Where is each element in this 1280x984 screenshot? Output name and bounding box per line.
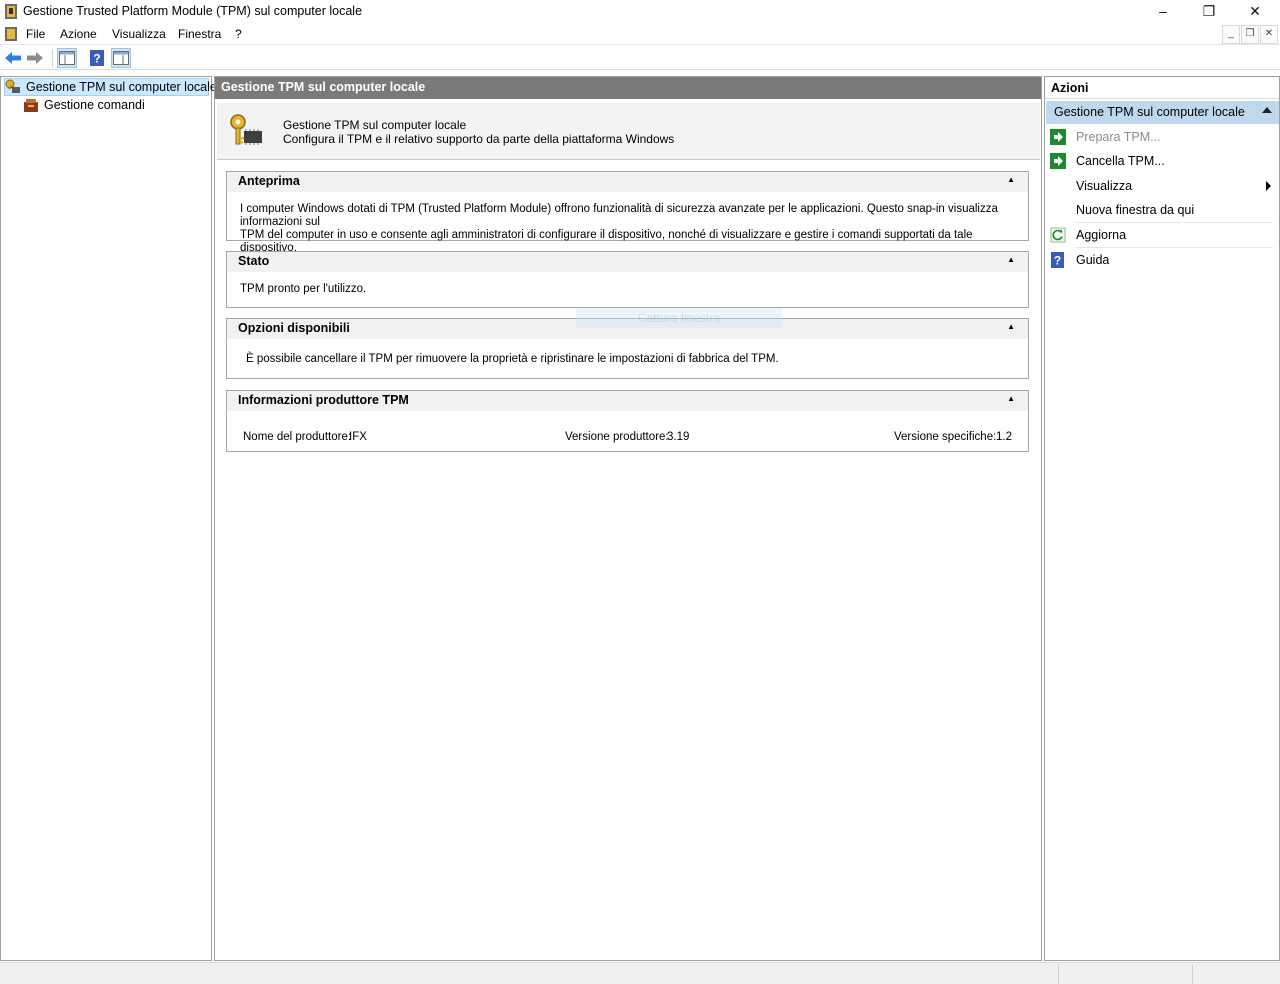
status-bar-divider [1192,965,1193,984]
tpm-menu-icon[interactable] [4,26,18,42]
show-hide-console-tree-button[interactable] [57,48,77,68]
tpm-app-icon [5,4,17,19]
manufacturer-version-label: Versione produttore: [565,431,669,443]
refresh-icon [1050,227,1066,242]
action-refresh[interactable]: Aggiorna [1050,223,1275,246]
forward-arrow-icon [27,52,43,64]
console-tree: Gestione TPM sul computer locale Gestion… [0,76,217,961]
section-options-body: È possibile cancellare il TPM per rimuov… [227,339,1028,365]
action-label: Nuova finestra da qui [1076,202,1195,217]
close-button[interactable]: ✕ [1232,0,1278,24]
mdi-restore-button[interactable]: ❐ [1241,25,1259,44]
collapse-icon[interactable]: ▲ [1007,175,1015,184]
run-action-icon [1050,152,1066,169]
submenu-arrow-icon [1266,181,1271,191]
results-pane-header: Gestione TPM sul computer locale [215,77,1041,99]
status-bar [0,962,1280,984]
actions-pane: Azioni Gestione TPM sul computer locale … [1044,76,1280,961]
manufacturer-version-value: 3.19 [667,431,690,443]
banner-title: Gestione TPM sul computer locale [283,118,467,132]
toolbar: ? [0,46,1280,70]
collapse-up-icon[interactable] [1262,107,1272,113]
menu-help[interactable]: ? [235,27,242,41]
action-prepare-tpm[interactable]: Prepara TPM... [1050,125,1275,148]
menu-view[interactable]: Visualizza [112,27,166,41]
section-title: Informazioni produttore TPM [238,393,409,407]
action-label: Aggiorna [1076,227,1127,242]
svg-text:?: ? [93,52,100,66]
section-manufacturer-header[interactable]: Informazioni produttore TPM ▲ [227,391,1028,411]
section-overview-body: I computer Windows dotati di TPM (Truste… [227,192,1028,255]
mdi-minimize-button[interactable]: _ [1222,25,1240,44]
show-hide-action-pane-button[interactable] [111,48,131,68]
section-title: Stato [238,254,270,268]
tree-item-command-management[interactable]: Gestione comandi [23,96,145,114]
action-label: Cancella TPM... [1076,153,1165,168]
title-bar: Gestione Trusted Platform Module (TPM) s… [0,0,1280,24]
collapse-icon[interactable]: ▲ [1007,255,1015,264]
action-new-window[interactable]: Nuova finestra da qui [1050,198,1275,221]
section-status-header[interactable]: Stato ▲ [227,252,1028,272]
actions-group-header[interactable]: Gestione TPM sul computer locale [1046,101,1279,124]
status-text: TPM pronto per l'utilizzo. [240,283,367,295]
section-status-body: TPM pronto per l'utilizzo. [227,272,1028,295]
actions-group-label: Gestione TPM sul computer locale [1054,105,1245,119]
section-title: Anteprima [238,174,300,188]
collapse-icon[interactable]: ▲ [1007,322,1015,331]
section-manufacturer-info: Informazioni produttore TPM ▲ Nome del p… [226,390,1029,452]
svg-text:?: ? [1054,253,1061,267]
tpm-key-chip-icon [230,114,262,145]
manufacturer-name-value: IFX [349,431,367,443]
toolbar-separator [52,49,53,67]
tpm-node-icon [5,79,20,93]
menu-file[interactable]: File [26,27,45,41]
help-icon: ? [1051,251,1064,268]
section-overview-header[interactable]: Anteprima ▲ [227,172,1028,192]
action-view[interactable]: Visualizza [1050,174,1275,197]
action-label: Guida [1076,252,1110,267]
spec-version-label: Versione specifiche: [894,431,997,443]
spec-version-value: 1.2 [996,431,1012,443]
tree-item-tpm-root[interactable]: Gestione TPM sul computer locale [4,78,217,96]
tree-item-label: Gestione TPM sul computer locale [26,80,217,94]
menu-window[interactable]: Finestra [178,27,221,41]
results-pane: Gestione TPM sul computer locale Gestion… [214,76,1042,961]
section-overview: Anteprima ▲ I computer Windows dotati di… [226,171,1029,254]
options-text: È possibile cancellare il TPM per rimuov… [246,353,779,365]
tree-item-label: Gestione comandi [44,98,145,112]
command-management-icon [24,99,38,112]
actions-pane-title: Azioni [1045,77,1279,99]
overview-text-line1: I computer Windows dotati di TPM (Truste… [240,203,998,228]
action-label: Prepara TPM... [1076,129,1161,144]
menu-action[interactable]: Azione [60,27,97,41]
snapin-banner: Gestione TPM sul computer locale Configu… [217,103,1040,160]
window-title: Gestione Trusted Platform Module (TPM) s… [23,4,363,18]
help-toolbar-button[interactable]: ? [87,48,107,68]
section-status: Stato ▲ TPM pronto per l'utilizzo. [226,251,1029,308]
console-tree-icon [59,51,75,65]
back-arrow-icon [5,52,21,64]
banner-description: Configura il TPM e il relativo supporto … [283,132,675,146]
status-bar-divider [1058,965,1059,984]
forward-button[interactable] [25,48,45,68]
manufacturer-name-label: Nome del produttore: [243,431,352,443]
action-clear-tpm[interactable]: Cancella TPM... [1050,149,1275,172]
window-capture-overlay: Cattura finestra [576,308,782,328]
run-action-icon [1050,128,1066,145]
action-help[interactable]: ? Guida [1050,248,1275,271]
action-label: Visualizza [1076,178,1133,193]
section-title: Opzioni disponibili [238,321,350,335]
section-manufacturer-body: Nome del produttore: IFX Versione produt… [227,411,1028,451]
minimize-button[interactable]: – [1140,0,1186,24]
mdi-close-button[interactable]: ✕ [1260,25,1278,44]
menu-bar: File Azione Visualizza Finestra ? [0,24,1280,45]
back-button[interactable] [3,48,23,68]
restore-button[interactable]: ❐ [1186,0,1232,24]
action-pane-icon [113,51,129,65]
collapse-icon[interactable]: ▲ [1007,394,1015,403]
help-icon: ? [90,50,104,66]
